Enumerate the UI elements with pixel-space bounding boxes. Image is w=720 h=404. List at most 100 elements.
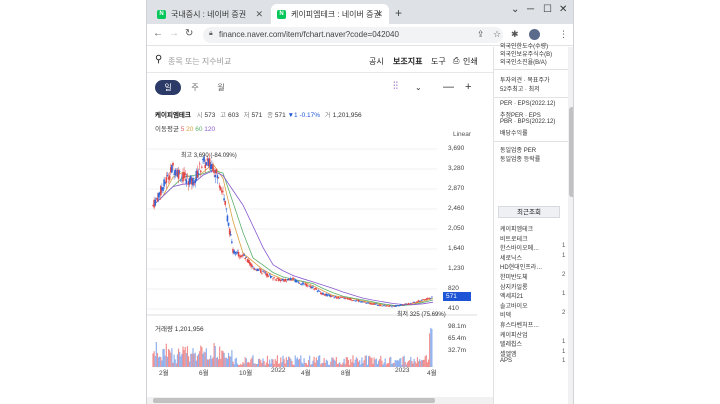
side-info-link[interactable]: PER · EPS(2022.12) [500,101,555,107]
volume-bar [235,357,237,367]
candle-body [227,222,230,226]
side-info-link[interactable]: 추정PER · EPS [500,110,541,119]
recent-item[interactable]: 한미반도체 [500,272,528,281]
volume-bar [230,356,232,367]
recent-item[interactable]: 엑세지21 [500,291,523,300]
minimize-button[interactable]: ─ [527,4,534,15]
side-info-link[interactable]: 52주최고 · 최저 [500,84,540,93]
price-chart[interactable] [147,141,493,371]
volume-bar [320,364,322,367]
scale-selector[interactable]: Linear [453,131,471,138]
period-day-button[interactable]: 일 [155,80,181,95]
volume-bar [192,348,194,367]
side-info-link[interactable]: 배당수익률 [500,128,528,137]
y-tick-label: 1,230 [448,265,465,272]
candle-type-icon[interactable]: ⫶⫶ [393,81,398,92]
side-info-link[interactable]: 외국인소진율(B/A) [500,57,547,66]
period-month-button[interactable]: 월 [211,80,231,95]
candle-body [258,268,261,270]
volume-bar [209,358,211,367]
new-tab-button[interactable]: + [395,6,402,20]
scrollbar-thumb[interactable] [569,107,573,197]
recent-item[interactable]: 케이피엠테크 [500,224,533,233]
scrollbar-thumb[interactable] [153,398,435,403]
volume-bar [399,358,401,367]
close-icon[interactable]: ✕ [375,9,383,20]
recent-item[interactable]: HD현대인프라… [500,262,542,271]
recent-item[interactable]: 비트로테크 [500,234,528,243]
recent-item[interactable]: 케이피산업 [500,330,528,339]
volume-bar [202,353,204,367]
recent-item[interactable]: 삼지카일롱 [500,282,528,291]
menu-tools[interactable]: 도구 [431,56,446,67]
divider [494,69,568,70]
candle-body [297,281,300,283]
candle-body [186,175,189,177]
url-field[interactable]: 🔒︎ finance.naver.com/item/fchart.naver?c… [203,27,503,43]
volume-bar [354,359,356,367]
candle-body [185,179,188,184]
tab-search-icon[interactable]: ⌄ [511,4,519,15]
volume-bar [386,363,389,367]
side-info-link[interactable]: PBR · BPS(2022.12) [500,119,555,125]
candle-body [419,300,422,302]
recent-tab[interactable]: 최근조회 [498,206,560,218]
volume-bar [329,364,331,367]
divider [494,97,568,98]
side-info-link[interactable]: 투자의견 · 목표주가 [500,75,550,84]
tab-kpm-tech[interactable]: N 케이피엠테크 : 네이버 증권 ✕ [271,4,389,24]
recent-item[interactable]: 비덱 [500,310,511,319]
close-icon[interactable]: ✕ [255,9,263,20]
volume-bar [171,348,173,367]
print-icon[interactable]: ⎙ [453,56,459,66]
volume-bar [212,357,214,367]
x-tick-label: 10월 [239,370,253,377]
share-icon[interactable]: ⇪ [477,29,485,40]
menu-print[interactable]: 인쇄 [463,56,478,67]
menu-icon[interactable]: ⋮ [559,29,568,40]
recent-item[interactable]: 텔레칩스 [500,339,522,348]
tab-market[interactable]: N 국내증시 : 네이버 증권 ✕ [151,4,269,24]
candle-body [172,162,174,166]
side-info-link[interactable]: 동일업종 등락률 [500,154,540,163]
recent-item[interactable]: 휴스타벤처프… [500,320,539,329]
horizontal-scrollbar[interactable] [147,397,493,404]
vertical-scrollbar[interactable] [568,47,573,404]
menu-indicators[interactable]: 보조지표 [393,56,422,67]
profile-avatar[interactable] [529,29,540,40]
candle-body [224,201,227,205]
open-label: 시 [196,112,203,119]
candle-body [389,305,392,307]
menu-disclosure[interactable]: 공시 [369,56,384,67]
candle-body [413,301,415,303]
recent-item[interactable]: 한스바이오메… [500,243,539,252]
volume-bar [234,358,236,367]
recent-item[interactable]: APS [500,358,512,364]
zoom-out-button[interactable]: — [443,81,454,93]
window-close-button[interactable]: ✕ [559,4,567,15]
period-week-button[interactable]: 주 [185,80,205,95]
chevron-down-icon[interactable]: ⌄ [415,83,422,92]
bookmark-star-icon[interactable]: ☆ [493,29,501,40]
zoom-in-button[interactable]: + [465,81,471,93]
volume-bar [384,358,386,367]
extensions-icon[interactable]: ✱ [511,29,519,40]
volume-bar [371,357,373,367]
volume-bar [156,353,159,367]
volume-bar [193,353,195,367]
recent-item[interactable]: 셀엘엠 [500,349,517,358]
side-info-link[interactable]: 동일업종 PER [500,145,536,154]
maximize-button[interactable]: ☐ [543,4,552,15]
candle-body [162,187,164,192]
forward-icon[interactable]: → [169,28,179,39]
close-value: 571 [274,112,286,119]
volume-bar [423,359,425,367]
tab-label: 케이피엠테크 : 네이버 증권 [291,9,381,19]
back-icon[interactable]: ← [153,28,163,39]
search-icon[interactable]: ⚲ [155,54,162,65]
reload-icon[interactable]: ↻ [185,28,193,39]
search-input[interactable]: 종목 또는 지수비교 [168,56,231,67]
recent-item[interactable]: 솔고바이오 [500,301,528,310]
volume-bar [283,359,285,367]
recent-item[interactable]: 세로닉스 [500,253,522,262]
